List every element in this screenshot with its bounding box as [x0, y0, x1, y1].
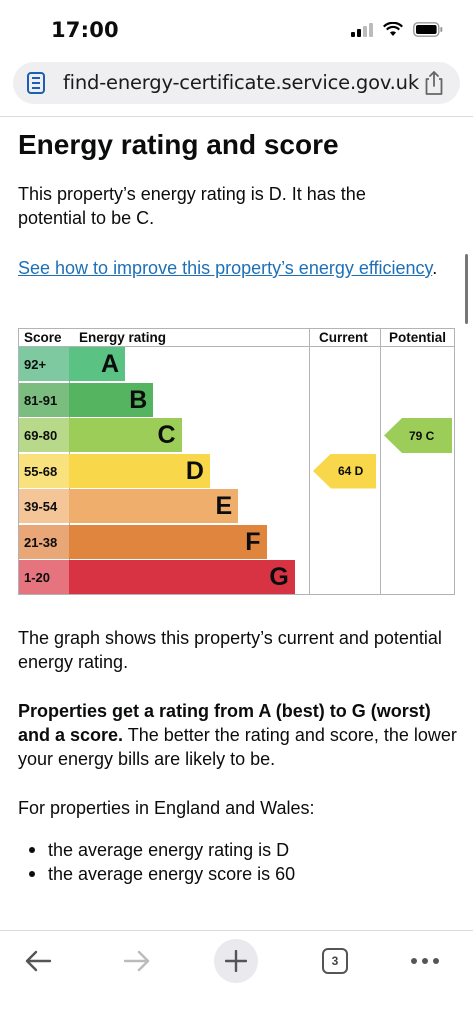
current-rating-arrow: 64 D: [313, 453, 376, 489]
header-divider: [0, 116, 473, 117]
plus-icon: [225, 950, 247, 972]
list-item: the average energy score is 60: [28, 864, 296, 884]
band-score-range: 92+: [19, 347, 69, 381]
arrow-right-icon: [123, 950, 150, 972]
band-bar: C: [69, 418, 182, 452]
header-score: Score: [24, 330, 62, 345]
band-letter: A: [100, 350, 119, 378]
graph-caption: The graph shows this property’s current …: [18, 628, 442, 672]
list-item: the average energy rating is D: [28, 838, 295, 862]
band-letter: G: [269, 563, 289, 591]
band-score-range: 55-68: [19, 453, 69, 488]
band-bar: D: [69, 453, 210, 488]
arrow-left-icon: [25, 950, 52, 972]
main-content: Energy rating and score This property’s …: [18, 124, 458, 278]
rating-band-b: 81-91 B: [19, 382, 309, 417]
tab-count: 3: [322, 948, 348, 974]
band-bar: B: [69, 382, 154, 417]
band-score-range: 69-80: [19, 418, 69, 452]
header-current: Current: [319, 330, 368, 345]
url-text[interactable]: find-energy-certificate.service.gov.uk: [63, 71, 419, 94]
rating-band-f: 21-38 F: [19, 524, 309, 559]
ratings-explanation: Properties get a rating from A (best) to…: [18, 699, 458, 771]
scroll-indicator[interactable]: [465, 254, 468, 324]
band-letter: E: [215, 492, 233, 520]
battery-icon: [413, 22, 443, 37]
rating-band-a: 92+ A: [19, 347, 309, 381]
averages-list: the average energy rating is D the avera…: [28, 838, 296, 886]
band-letter: D: [185, 456, 204, 485]
band-bar: F: [69, 524, 267, 559]
band-letter: B: [129, 385, 148, 414]
status-bar: 17:00: [0, 0, 473, 58]
band-score-range: 1-20: [19, 560, 69, 594]
band-letter: F: [245, 527, 261, 556]
potential-rating-arrow: 79 C: [384, 418, 452, 453]
status-time: 17:00: [51, 18, 119, 42]
rating-band-e: 39-54 E: [19, 489, 309, 523]
band-score-range: 21-38: [19, 524, 69, 559]
forward-button[interactable]: [115, 939, 159, 983]
status-icons: [351, 22, 443, 37]
back-button[interactable]: [16, 939, 60, 983]
new-tab-button[interactable]: [214, 939, 258, 983]
band-bar: E: [69, 489, 239, 523]
page-info-icon[interactable]: [27, 72, 45, 94]
band-letter: C: [157, 421, 176, 449]
header-potential: Potential: [389, 330, 447, 345]
more-menu-button[interactable]: [403, 939, 447, 983]
improve-link-suffix: .: [432, 258, 438, 278]
improve-efficiency-link[interactable]: See how to improve this property’s energ…: [18, 258, 432, 278]
intro-text: This property’s energy rating is D. It h…: [18, 184, 366, 228]
band-bar: G: [69, 560, 295, 594]
current-column-divider: [309, 329, 310, 594]
more-icon: [411, 958, 439, 964]
tabs-button[interactable]: 3: [313, 939, 357, 983]
improve-paragraph: See how to improve this property’s energ…: [18, 256, 438, 280]
header-energy-rating: Energy rating: [79, 330, 167, 345]
share-icon[interactable]: [422, 70, 446, 96]
band-bar: A: [69, 347, 125, 381]
potential-rating-arrow-label: 79 C: [409, 428, 435, 443]
page-title: Energy rating and score: [18, 129, 339, 160]
rating-band-d: 55-68 D: [19, 453, 309, 488]
address-bar[interactable]: find-energy-certificate.service.gov.uk: [13, 62, 460, 104]
energy-rating-chart: Score Energy rating Current Potential 92…: [18, 328, 455, 595]
current-rating-arrow-label: 64 D: [338, 464, 364, 478]
cellular-signal-icon: [351, 22, 373, 37]
rating-band-g: 1-20 G: [19, 560, 309, 594]
chart-header: Score Energy rating Current Potential: [19, 329, 454, 347]
potential-column-divider: [380, 329, 381, 594]
browser-toolbar: 3: [0, 930, 473, 1024]
rating-band-c: 69-80 C: [19, 418, 309, 452]
wifi-icon: [383, 22, 403, 36]
band-score-range: 39-54: [19, 489, 69, 523]
region-intro: For properties in England and Wales:: [18, 798, 315, 818]
band-score-range: 81-91: [19, 382, 69, 417]
